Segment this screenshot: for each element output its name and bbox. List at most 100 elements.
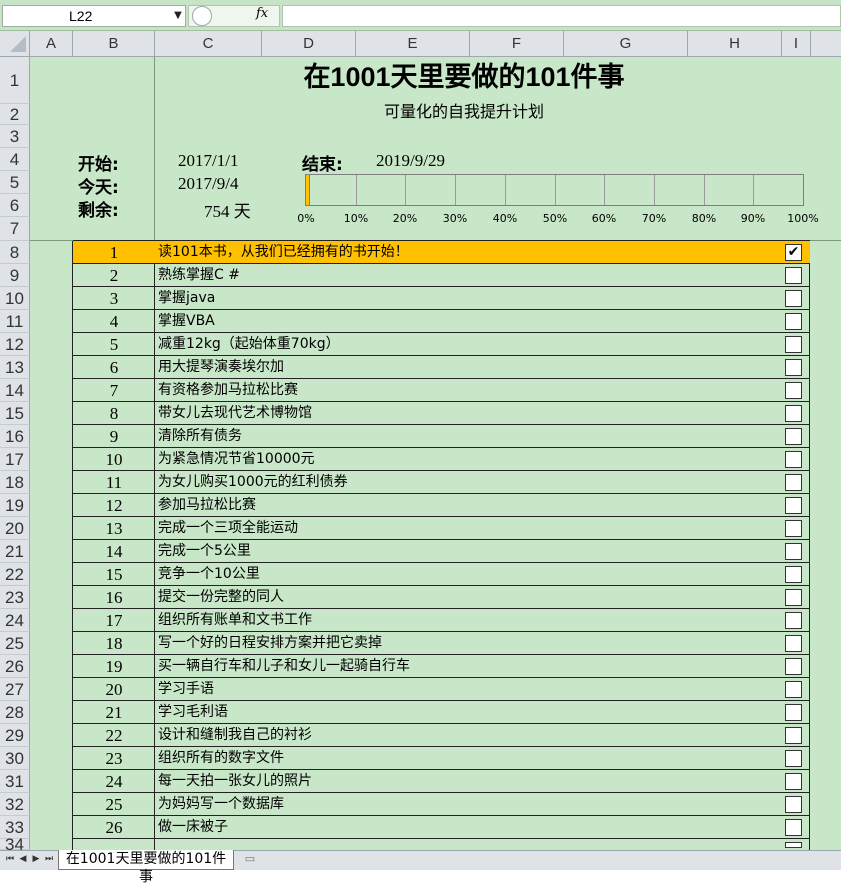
task-text: 为女儿购买1000元的红利债券: [158, 474, 348, 490]
task-checkbox[interactable]: [785, 727, 802, 744]
progress-tick-label: 10%: [343, 212, 369, 225]
task-checkbox[interactable]: [785, 543, 802, 560]
task-text: 减重12kg（起始体重70kg）: [158, 336, 340, 352]
last-sheet-icon[interactable]: ⏭: [43, 852, 55, 866]
task-checkbox[interactable]: [785, 658, 802, 675]
row-header-6[interactable]: 6: [0, 194, 30, 217]
chevron-down-icon[interactable]: ▼: [170, 6, 186, 26]
row-header-31[interactable]: 31: [0, 770, 30, 793]
row-header-30[interactable]: 30: [0, 747, 30, 770]
task-checkbox[interactable]: [785, 267, 802, 284]
row-header-29[interactable]: 29: [0, 724, 30, 747]
row-header-11[interactable]: 11: [0, 310, 30, 333]
progress-gridline: [753, 175, 754, 205]
row-header-9[interactable]: 9: [0, 264, 30, 287]
row-header-2[interactable]: 2: [0, 104, 30, 125]
task-checkbox[interactable]: [785, 520, 802, 537]
column-header-i[interactable]: I: [782, 31, 811, 57]
row-header-32[interactable]: 32: [0, 793, 30, 816]
row-header-14[interactable]: 14: [0, 379, 30, 402]
row-header-13[interactable]: 13: [0, 356, 30, 379]
task-checkbox[interactable]: [785, 635, 802, 652]
row-header-25[interactable]: 25: [0, 632, 30, 655]
task-number: 3: [109, 289, 119, 308]
row-header-26[interactable]: 26: [0, 655, 30, 678]
task-checkbox[interactable]: [785, 796, 802, 813]
select-all-icon: [10, 36, 26, 52]
row-header-1[interactable]: 1: [0, 57, 30, 104]
task-checkbox[interactable]: [785, 773, 802, 790]
row-header-7[interactable]: 7: [0, 217, 30, 241]
column-header-c[interactable]: C: [155, 31, 262, 57]
row-header-21[interactable]: 21: [0, 540, 30, 563]
task-number: 9: [109, 427, 119, 446]
task-checkbox[interactable]: [785, 842, 802, 848]
row-header-8[interactable]: 8: [0, 241, 30, 264]
next-sheet-icon[interactable]: ▶: [30, 852, 42, 866]
task-number: 5: [109, 335, 119, 354]
task-checkbox[interactable]: [785, 313, 802, 330]
first-sheet-icon[interactable]: ⏮: [4, 852, 16, 866]
task-checkbox[interactable]: [785, 405, 802, 422]
row-header-22[interactable]: 22: [0, 563, 30, 586]
row-header-16[interactable]: 16: [0, 425, 30, 448]
progress-gridline: [455, 175, 456, 205]
expand-icon[interactable]: [192, 6, 212, 26]
sheet-tab[interactable]: 在1001天里要做的101件事: [58, 850, 234, 885]
task-checkbox[interactable]: [785, 819, 802, 836]
task-checkbox[interactable]: [785, 612, 802, 629]
end-date: 2019/9/29: [376, 151, 445, 170]
task-number: 18: [105, 634, 123, 653]
task-checkbox[interactable]: [785, 497, 802, 514]
task-checkbox[interactable]: [785, 566, 802, 583]
task-text: 完成一个5公里: [158, 543, 251, 559]
row-header-5[interactable]: 5: [0, 171, 30, 194]
row-header-19[interactable]: 19: [0, 494, 30, 517]
column-header-b[interactable]: B: [73, 31, 155, 57]
row-header-27[interactable]: 27: [0, 678, 30, 701]
page-title: 在1001天里要做的101件事: [303, 62, 625, 92]
task-text: 竞争一个10公里: [158, 566, 260, 582]
task-text: 为妈妈写一个数据库: [158, 796, 284, 812]
task-number: 17: [105, 611, 123, 630]
column-header-h[interactable]: H: [688, 31, 782, 57]
task-text: 完成一个三项全能运动: [158, 520, 298, 536]
row-header-12[interactable]: 12: [0, 333, 30, 356]
column-header-f[interactable]: F: [470, 31, 564, 57]
row-header-23[interactable]: 23: [0, 586, 30, 609]
formula-input[interactable]: [282, 5, 841, 27]
row-header-3[interactable]: 3: [0, 125, 30, 148]
name-box[interactable]: L22: [2, 5, 186, 27]
task-number: 7: [109, 381, 119, 400]
insert-sheet-icon[interactable]: ▭: [240, 852, 260, 866]
task-checkbox[interactable]: [785, 681, 802, 698]
column-header-g[interactable]: G: [564, 31, 688, 57]
row-header-34[interactable]: 34: [0, 836, 30, 853]
task-checkbox[interactable]: ✔: [785, 244, 802, 261]
task-checkbox[interactable]: [785, 704, 802, 721]
column-header-d[interactable]: D: [262, 31, 356, 57]
prev-sheet-icon[interactable]: ◀: [17, 852, 29, 866]
column-header-a[interactable]: A: [30, 31, 73, 57]
row-header-18[interactable]: 18: [0, 471, 30, 494]
row-header-17[interactable]: 17: [0, 448, 30, 471]
row-header-4[interactable]: 4: [0, 148, 30, 171]
task-text: 掌握java: [158, 290, 216, 306]
task-checkbox[interactable]: [785, 336, 802, 353]
task-number: 16: [105, 588, 123, 607]
task-checkbox[interactable]: [785, 428, 802, 445]
row-header-15[interactable]: 15: [0, 402, 30, 425]
task-checkbox[interactable]: [785, 290, 802, 307]
row-header-20[interactable]: 20: [0, 517, 30, 540]
task-checkbox[interactable]: [785, 589, 802, 606]
task-checkbox[interactable]: [785, 359, 802, 376]
insert-function-icon[interactable]: fx: [256, 6, 268, 21]
row-header-24[interactable]: 24: [0, 609, 30, 632]
row-header-10[interactable]: 10: [0, 287, 30, 310]
task-checkbox[interactable]: [785, 474, 802, 491]
column-header-e[interactable]: E: [356, 31, 470, 57]
row-header-28[interactable]: 28: [0, 701, 30, 724]
task-checkbox[interactable]: [785, 750, 802, 767]
task-checkbox[interactable]: [785, 382, 802, 399]
task-checkbox[interactable]: [785, 451, 802, 468]
